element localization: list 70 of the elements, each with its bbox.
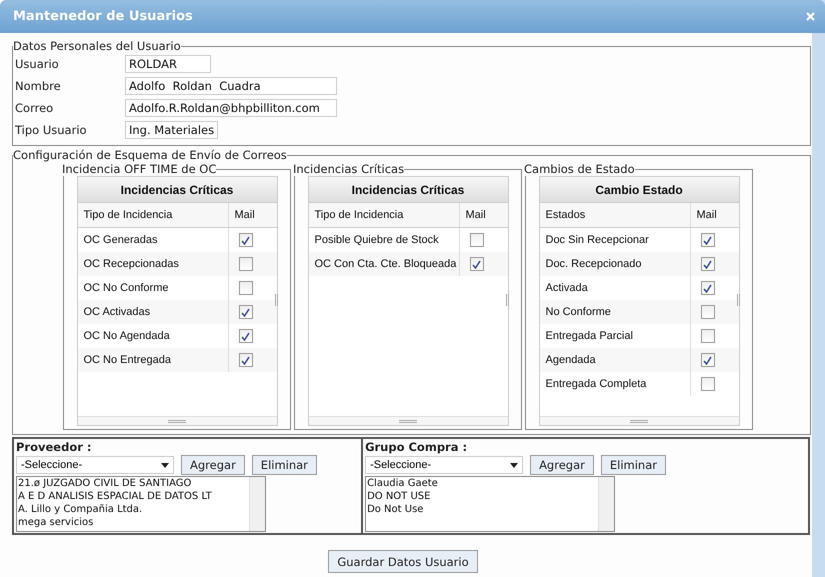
list-box[interactable]: 21.ø JUZGADO CIVIL DE SANTIAGO A E D ANALISIS ESPACIAL DE DATOS LT A. Lillo y Compañia Ltda. mega servicios (16, 476, 266, 532)
field-label: Correo (15, 101, 54, 115)
fieldset-legend: Incidencias Críticas (293, 162, 404, 176)
field-label: Usuario (15, 57, 60, 71)
fieldset-legend: Configuración de Esquema de Envío de Correos (13, 148, 287, 162)
checkbox[interactable] (470, 257, 484, 271)
checkbox[interactable] (700, 329, 714, 343)
checkbox[interactable] (700, 257, 714, 271)
input-field[interactable]: Ing. Materiales (125, 121, 218, 139)
select-dropdown[interactable]: -Seleccione- (365, 456, 524, 474)
scrollbar[interactable] (249, 477, 265, 531)
resize-grip-icon[interactable] (399, 420, 417, 422)
checkbox[interactable] (238, 233, 252, 247)
grid-title: Incidencias Críticas (308, 177, 508, 203)
column-header[interactable]: Mail (460, 209, 508, 221)
grid-title: Cambio Estado (540, 177, 738, 203)
checkbox[interactable] (238, 257, 252, 271)
checkbox[interactable] (700, 305, 714, 319)
input-field[interactable]: Adolfo Roldan Cuadra (125, 77, 337, 95)
picker-label: Grupo Compra : (365, 440, 468, 454)
checkbox[interactable] (700, 377, 714, 391)
checkbox[interactable] (238, 305, 252, 319)
list-item[interactable]: 21.ø JUZGADO CIVIL DE SANTIAGO (18, 477, 249, 490)
list-item[interactable]: A E D ANALISIS ESPACIAL DE DATOS LT (18, 490, 249, 503)
list-item[interactable]: DO NOT USE (367, 490, 598, 503)
picker-button[interactable]: Eliminar (600, 455, 666, 475)
resize-handle-icon[interactable] (506, 294, 508, 306)
column-header[interactable]: Estados (540, 203, 690, 227)
checkbox[interactable] (700, 233, 714, 247)
list-item[interactable]: A. Lillo y Compañia Ltda. (18, 503, 249, 516)
save-button[interactable]: Guardar Datos Usuario (328, 550, 478, 573)
resize-handle-icon[interactable] (736, 294, 740, 306)
column-header[interactable]: Tipo de Incidencia (308, 203, 460, 227)
list-item[interactable]: Do Not Use (367, 503, 598, 516)
picker-button[interactable]: Eliminar (252, 455, 317, 475)
table-cell: OC Con Cta. Cte. Bloqueada (308, 252, 460, 276)
input-field[interactable]: ROLDAR (125, 55, 211, 73)
checkbox[interactable] (700, 281, 714, 295)
fieldset-legend: Incidencia OFF TIME de OC (62, 162, 216, 176)
input-field[interactable]: Adolfo.R.Roldan@bhpbilliton.com (125, 99, 337, 117)
column-header[interactable]: Mail (228, 209, 276, 221)
scrollbar[interactable] (598, 477, 614, 531)
caret-icon (161, 462, 169, 468)
close-icon[interactable] (806, 12, 815, 21)
resize-handle-icon[interactable] (274, 294, 278, 306)
list-item[interactable]: mega servicios (18, 516, 249, 529)
fieldset-legend: Datos Personales del Usuario (13, 39, 181, 53)
resize-grip-icon[interactable] (168, 420, 186, 422)
resize-grip-icon[interactable] (630, 420, 648, 422)
picker-button[interactable]: Agregar (530, 455, 594, 475)
table-cell: Entregada Completa (540, 372, 690, 396)
column-header[interactable]: Tipo de Incidencia (78, 203, 228, 227)
caret-icon (510, 462, 518, 468)
checkbox[interactable] (470, 233, 484, 247)
field-label: Tipo Usuario (15, 123, 88, 137)
checkbox[interactable] (238, 329, 252, 343)
field-label: Nombre (15, 79, 62, 93)
column-header[interactable]: Mail (690, 209, 738, 221)
checkbox[interactable] (238, 281, 252, 295)
list-item[interactable]: Claudia Gaete (367, 477, 598, 490)
select-dropdown[interactable]: -Seleccione- (16, 456, 174, 474)
table-cell: OC No Entregada (78, 348, 228, 372)
checkbox[interactable] (700, 353, 714, 367)
list-box[interactable]: Claudia Gaete DO NOT USE Do Not Use (365, 476, 616, 532)
checkbox[interactable] (238, 353, 252, 367)
fieldset-legend: Cambios de Estado (524, 162, 635, 176)
grid-title: Incidencias Críticas (78, 177, 276, 203)
window-title: Mantenedor de Usuarios (13, 9, 193, 24)
picker-button[interactable]: Agregar (181, 455, 245, 475)
picker-label: Proveedor : (16, 440, 93, 454)
